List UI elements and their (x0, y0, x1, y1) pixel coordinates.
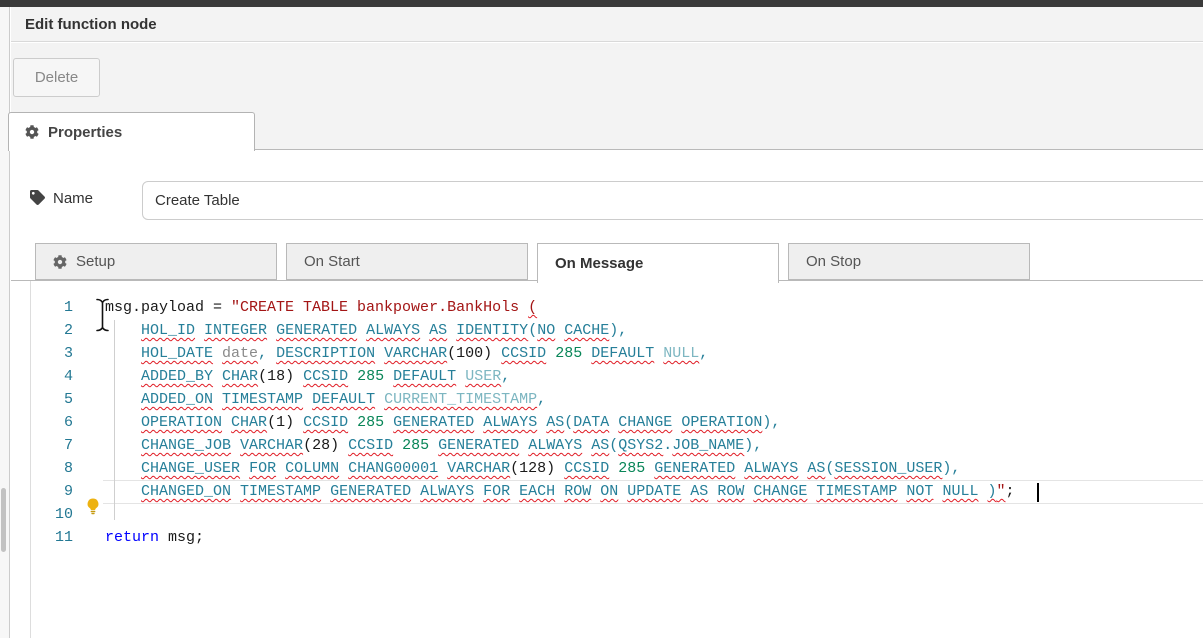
delete-button[interactable]: Delete (13, 58, 100, 97)
tab-on-message[interactable]: On Message (537, 243, 779, 283)
line-number[interactable]: 4 (32, 365, 81, 388)
tab-properties-label: Properties (48, 124, 122, 141)
tab-on-start-label: On Start (304, 253, 360, 270)
line-number[interactable]: 10 (32, 503, 81, 526)
gear-icon (53, 255, 67, 269)
edit-function-node-dialog: Edit function node Delete Properties Nam… (0, 0, 1203, 638)
tray-header: Edit function node (11, 7, 1203, 42)
line-number[interactable]: 6 (32, 411, 81, 434)
tab-on-start[interactable]: On Start (286, 243, 528, 280)
line-number[interactable]: 1 (32, 296, 81, 319)
lightbulb-icon[interactable] (85, 498, 101, 515)
line-number[interactable]: 3 (32, 342, 81, 365)
code-line[interactable]: return msg; (105, 526, 1203, 549)
code-line[interactable]: ADDED_ON TIMESTAMP DEFAULT CURRENT_TIMES… (105, 388, 1203, 411)
code-editor[interactable]: 1234567891011 msg.payload = "CREATE TABL… (30, 281, 1203, 638)
tab-on-stop-label: On Stop (806, 253, 861, 270)
tab-properties[interactable]: Properties (8, 112, 255, 151)
code-line[interactable] (105, 503, 1203, 526)
code-line[interactable]: msg.payload = "CREATE TABLE bankpower.Ba… (105, 296, 1203, 319)
code-line[interactable]: HOL_DATE date, DESCRIPTION VARCHAR(100) … (105, 342, 1203, 365)
code-line[interactable]: OPERATION CHAR(1) CCSID 285 GENERATED AL… (105, 411, 1203, 434)
window-top-bar (0, 0, 1203, 7)
code-line[interactable]: CHANGE_USER FOR COLUMN CHANG00001 VARCHA… (105, 457, 1203, 480)
ibeam-cursor-icon (96, 298, 109, 332)
tab-on-message-label: On Message (555, 255, 643, 272)
left-scrollbar-track[interactable] (0, 7, 10, 638)
line-number[interactable]: 11 (32, 526, 81, 549)
line-number[interactable]: 2 (32, 319, 81, 342)
code-line[interactable]: HOL_ID INTEGER GENERATED ALWAYS AS IDENT… (105, 319, 1203, 342)
name-input[interactable] (142, 181, 1203, 220)
line-number[interactable]: 8 (32, 457, 81, 480)
code-line[interactable]: CHANGE_JOB VARCHAR(28) CCSID 285 GENERAT… (105, 434, 1203, 457)
line-number-gutter[interactable]: 1234567891011 (32, 296, 81, 549)
text-caret (1037, 483, 1039, 502)
line-number[interactable]: 5 (32, 388, 81, 411)
gear-icon (25, 125, 39, 139)
code-lines[interactable]: msg.payload = "CREATE TABLE bankpower.Ba… (105, 296, 1203, 549)
tab-on-stop[interactable]: On Stop (788, 243, 1030, 280)
tab-setup[interactable]: Setup (35, 243, 277, 280)
line-number[interactable]: 7 (32, 434, 81, 457)
name-label: Name (53, 190, 93, 207)
line-number[interactable]: 9 (32, 480, 81, 503)
tag-icon (30, 190, 45, 205)
code-line[interactable]: ADDED_BY CHAR(18) CCSID 285 DEFAULT USER… (105, 365, 1203, 388)
tab-setup-label: Setup (76, 253, 115, 270)
left-scrollbar-thumb[interactable] (1, 488, 6, 552)
dialog-title: Edit function node (25, 16, 157, 33)
